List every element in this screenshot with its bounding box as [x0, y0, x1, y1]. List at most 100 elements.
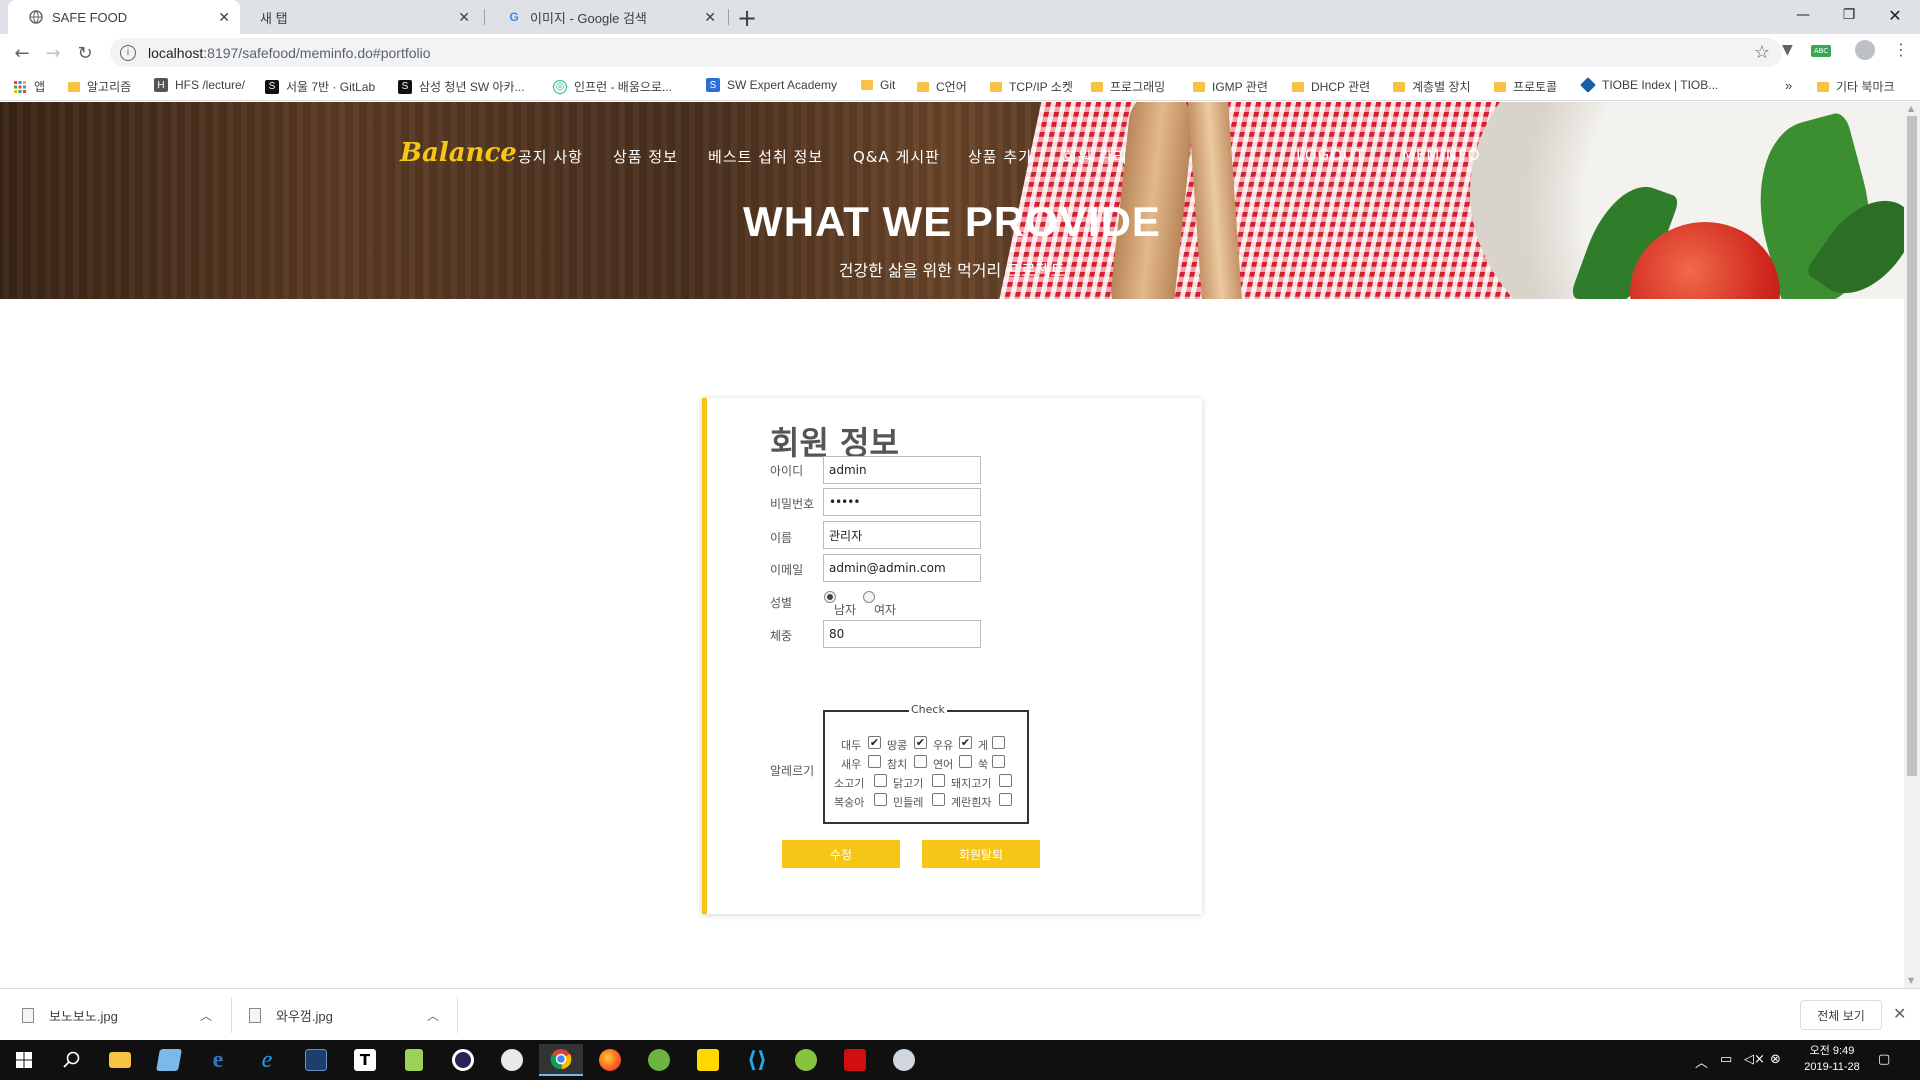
- show-all-downloads-button[interactable]: 전체 보기: [1800, 1000, 1882, 1030]
- bookmark-link[interactable]: S 삼성 청년 SW 아카...: [398, 78, 525, 95]
- bookmark-folder[interactable]: 계층별 장치: [1393, 78, 1471, 95]
- extension-icon[interactable]: ▼: [1782, 42, 1793, 58]
- tab-google-images[interactable]: G 이미지 - Google 검색 ✕: [486, 0, 726, 34]
- edge-icon[interactable]: e: [196, 1044, 240, 1076]
- info-icon[interactable]: i: [120, 44, 136, 61]
- close-window-icon[interactable]: ✕: [1872, 0, 1918, 30]
- bookmark-link[interactable]: S 서울 7반 · GitLab: [265, 78, 375, 95]
- start-icon[interactable]: [2, 1044, 46, 1076]
- chevron-up-icon[interactable]: ︿: [427, 1007, 439, 1024]
- notifications-icon[interactable]: ▢: [1878, 1052, 1890, 1067]
- acrobat-icon[interactable]: [833, 1044, 877, 1076]
- scroll-up-icon[interactable]: ▲: [1908, 104, 1914, 113]
- download-item[interactable]: 와우껌.jpg ︿: [249, 989, 439, 1041]
- name-field[interactable]: 관리자: [823, 521, 981, 549]
- close-shelf-icon[interactable]: ✕: [1893, 1004, 1906, 1024]
- allergy-checkbox-milk[interactable]: ✔: [959, 736, 972, 749]
- menu-kebab-icon[interactable]: ⋮: [1893, 40, 1909, 59]
- bookmark-other[interactable]: 기타 북마크: [1817, 78, 1895, 95]
- download-item[interactable]: 보노보노.jpg ︿: [22, 989, 212, 1041]
- scrollbar-thumb[interactable]: [1907, 116, 1917, 776]
- taskbar-clock[interactable]: 오전 9:49 2019-11-28: [1792, 1043, 1872, 1075]
- nav-meminfo[interactable]: MEMINFO: [1402, 146, 1480, 164]
- volume-muted-icon[interactable]: ◁×: [1744, 1052, 1765, 1067]
- eclipse-icon[interactable]: [441, 1044, 485, 1076]
- spring-tool-icon[interactable]: [784, 1044, 828, 1076]
- nav-add-product[interactable]: 상품 추가: [968, 146, 1033, 167]
- bookmark-folder[interactable]: Git: [861, 78, 895, 92]
- bookmark-folder[interactable]: 알고리즘: [68, 78, 131, 95]
- bookmark-folder[interactable]: IGMP 관련: [1193, 78, 1268, 95]
- sticky-notes-icon[interactable]: [686, 1044, 730, 1076]
- bookmark-apps[interactable]: 앱: [13, 78, 45, 95]
- notepad-plus-icon[interactable]: [392, 1044, 436, 1076]
- bookmark-folder[interactable]: 프로그래밍: [1091, 78, 1165, 95]
- file-explorer-icon[interactable]: [98, 1044, 142, 1076]
- weight-field[interactable]: 80: [823, 620, 981, 648]
- terminal-icon[interactable]: [294, 1044, 338, 1076]
- bookmark-folder[interactable]: C언어: [917, 78, 967, 95]
- close-tab-icon[interactable]: ✕: [704, 9, 716, 26]
- bookmark-folder[interactable]: DHCP 관련: [1292, 78, 1370, 95]
- bookmark-link[interactable]: ◎ 인프런 - 배움으로...: [553, 78, 672, 95]
- nav-logout[interactable]: LOGOUT: [1296, 146, 1365, 164]
- allergy-checkbox-mugwort[interactable]: [992, 755, 1005, 768]
- vscode-icon[interactable]: ⟨⟩: [735, 1044, 779, 1076]
- close-tab-icon[interactable]: ✕: [218, 9, 230, 26]
- allergy-checkbox-peach[interactable]: [874, 793, 887, 806]
- brand-logo[interactable]: Balance: [400, 138, 517, 168]
- profile-avatar[interactable]: [1855, 40, 1875, 60]
- page-scrollbar[interactable]: ▲ ▼: [1904, 102, 1920, 988]
- allergy-checkbox-egg-white[interactable]: [999, 793, 1012, 806]
- snipping-tool-icon[interactable]: [882, 1044, 926, 1076]
- tab-new-tab[interactable]: 새 탭 ✕: [240, 0, 480, 34]
- bookmark-link[interactable]: S SW Expert Academy: [706, 78, 837, 92]
- nav-member-admin[interactable]: 회원 관리: [1063, 146, 1128, 167]
- minimize-icon[interactable]: —: [1780, 0, 1826, 30]
- forward-icon[interactable]: →: [40, 40, 66, 66]
- back-icon[interactable]: ←: [9, 40, 35, 66]
- ime-icon[interactable]: ⊗: [1770, 1052, 1781, 1067]
- bookmarks-overflow-icon[interactable]: »: [1785, 78, 1792, 93]
- allergy-checkbox-crab[interactable]: [992, 736, 1005, 749]
- chrome-icon[interactable]: [539, 1044, 583, 1076]
- tray-chevron-icon[interactable]: ︿: [1695, 1052, 1708, 1071]
- allergy-checkbox-chicken[interactable]: [932, 774, 945, 787]
- tab-safe-food[interactable]: SAFE FOOD ✕: [8, 0, 240, 34]
- nav-best-intake[interactable]: 베스트 섭취 정보: [708, 146, 823, 167]
- typora-icon[interactable]: T: [343, 1044, 387, 1076]
- update-button[interactable]: 수정: [782, 840, 900, 868]
- nav-qna[interactable]: Q&A 게시판: [853, 146, 940, 167]
- allergy-checkbox-beef[interactable]: [874, 774, 887, 787]
- allergy-checkbox-dandelion[interactable]: [932, 793, 945, 806]
- nav-notice[interactable]: 공지 사항: [518, 146, 583, 167]
- nav-product-info[interactable]: 상품 정보: [613, 146, 678, 167]
- extension-abp-icon[interactable]: ABC: [1811, 45, 1831, 57]
- chevron-up-icon[interactable]: ︿: [200, 1007, 212, 1024]
- bookmark-folder[interactable]: 프로토콜: [1494, 78, 1557, 95]
- address-bar[interactable]: i localhost:8197/safefood/meminfo.do#por…: [110, 38, 1782, 67]
- scroll-down-icon[interactable]: ▼: [1908, 976, 1914, 985]
- new-tab-icon[interactable]: +: [737, 4, 757, 32]
- password-field[interactable]: •••••: [823, 488, 981, 516]
- search-icon[interactable]: [50, 1044, 94, 1076]
- reload-icon[interactable]: ↻: [72, 40, 98, 66]
- ie-icon[interactable]: e: [245, 1044, 289, 1076]
- allergy-checkbox-peanut[interactable]: ✔: [914, 736, 927, 749]
- allergy-checkbox-soybean[interactable]: ✔: [868, 736, 881, 749]
- id-field[interactable]: admin: [823, 456, 981, 484]
- allergy-checkbox-shrimp[interactable]: [868, 755, 881, 768]
- restore-icon[interactable]: ❐: [1826, 0, 1872, 30]
- bookmark-star-icon[interactable]: ☆: [1754, 42, 1770, 63]
- spring-icon[interactable]: [637, 1044, 681, 1076]
- bookmark-link[interactable]: H HFS /lecture/: [154, 78, 245, 92]
- paint-icon[interactable]: [490, 1044, 534, 1076]
- allergy-checkbox-tuna[interactable]: [914, 755, 927, 768]
- allergy-checkbox-pork[interactable]: [999, 774, 1012, 787]
- allergy-checkbox-salmon[interactable]: [959, 755, 972, 768]
- firefox-icon[interactable]: [588, 1044, 632, 1076]
- email-field[interactable]: admin@admin.com: [823, 554, 981, 582]
- bookmark-folder[interactable]: TCP/IP 소켓: [990, 78, 1073, 95]
- withdraw-button[interactable]: 회원탈퇴: [922, 840, 1040, 868]
- bookmark-link[interactable]: TIOBE Index | TIOB...: [1580, 77, 1718, 93]
